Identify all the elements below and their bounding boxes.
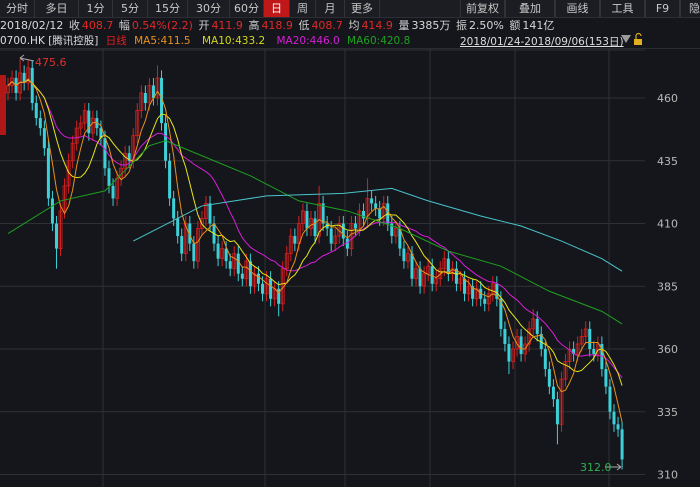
candle-body [362,210,366,219]
candle-body [42,128,46,149]
candle-body [38,118,42,129]
candle-body [612,411,616,425]
candle-body [180,236,184,254]
candle-body [519,336,523,355]
scroll-marker [0,75,6,135]
candle-body [503,328,507,344]
candle-body [483,298,487,304]
candle-body [608,386,612,412]
y-tick-label: 410 [657,218,678,231]
candle-body [236,253,240,274]
candle-body [111,185,115,199]
y-tick-label: 385 [657,280,678,293]
candle-body [240,273,244,279]
candle-body [616,424,620,430]
candle-body [418,268,422,287]
y-tick-label: 310 [657,469,678,482]
candle-body [228,261,232,269]
candle-body [555,399,559,425]
y-tick-label: 335 [657,406,678,419]
candle-body [353,223,357,229]
candle-body [535,318,539,334]
candle-body [551,386,555,400]
candle-body [46,148,50,199]
candle-body [143,92,147,104]
candle-body [329,228,333,244]
candle-body [604,369,608,387]
candle-body [54,223,58,249]
y-tick-label: 435 [657,155,678,168]
candle-body [34,103,38,119]
candle-body [208,203,212,224]
candle-body [402,248,406,262]
candle-body [172,198,176,219]
max-price-label: 475.6 [35,56,67,69]
min-price-label: 312.0 [580,461,612,474]
candle-body [592,349,596,355]
candle-body [305,210,309,229]
candle-body [103,138,107,169]
candle-body [543,349,547,370]
candle-body [164,123,168,161]
candle-body [176,218,180,237]
candle-body [588,328,592,349]
candle-body [620,429,624,460]
candle-body [293,236,297,244]
y-tick-label: 460 [657,92,678,105]
candle-body [269,278,273,299]
candle-body [463,278,467,294]
candle-body [107,168,111,186]
candle-body [410,253,414,279]
candle-body [313,218,317,237]
candlestick-chart[interactable]: 460 435 410 385 360 335 310 475.6 312.0 [0,0,700,487]
candle-body [261,283,265,294]
candle-body [192,243,196,262]
y-tick-label: 360 [657,343,678,356]
max-arrow-icon [19,54,35,62]
candle-body [248,261,252,287]
candle-body [547,369,551,387]
candle-body [507,343,511,362]
candle-body [370,198,374,204]
candle-body [168,160,172,199]
candle-body [256,273,260,284]
candle-body [50,198,54,224]
candle-body [216,243,220,259]
candle-body [341,223,345,239]
